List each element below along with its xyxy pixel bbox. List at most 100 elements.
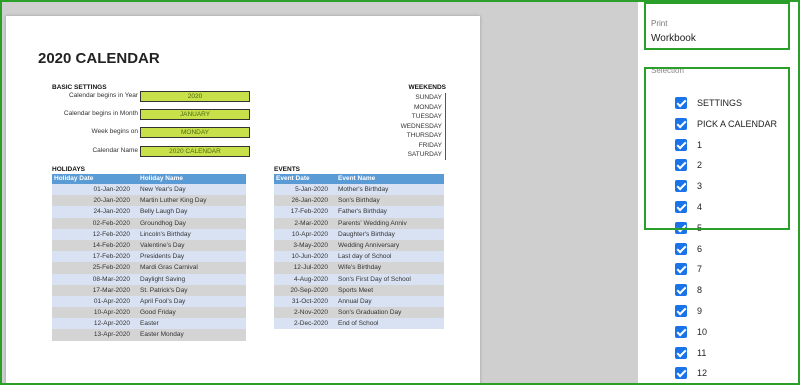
table-row: 3-May-2020 Wedding Anniversary: [274, 239, 444, 252]
date-cell: 25-Feb-2020: [92, 264, 130, 272]
setting-value: MONDAY: [140, 127, 250, 138]
date-cell: 02-Feb-2020: [92, 219, 130, 227]
checkbox-checked-icon[interactable]: [675, 263, 687, 276]
name-cell: Father's Birthday: [338, 208, 387, 216]
selection-item-label: 9: [697, 306, 703, 316]
table-row: 01-Apr-2020 April Fool's Day: [52, 295, 246, 308]
name-cell: Lincoln's Birthday: [140, 230, 191, 238]
table-row: 12-Feb-2020 Lincoln's Birthday: [52, 228, 246, 240]
column-header: Holiday Name: [140, 175, 183, 182]
date-cell: 10-Jun-2020: [291, 253, 329, 261]
preview-page: 2020 CALENDAR BASIC SETTINGS Calendar be…: [6, 16, 480, 383]
weekend-day: SUNDAY: [376, 93, 446, 103]
checkbox-checked-icon[interactable]: [675, 367, 687, 380]
name-cell: Mardi Gras Carnival: [140, 264, 198, 272]
date-cell: 13-Apr-2020: [93, 331, 130, 339]
table-row: 2-Nov-2020 Son's Graduation Day: [274, 307, 444, 319]
column-header: Event Name: [338, 175, 376, 182]
selection-item[interactable]: 11: [675, 346, 706, 360]
selection-item[interactable]: 10: [675, 325, 707, 339]
name-cell: Belly Laugh Day: [140, 208, 188, 216]
name-cell: Easter Monday: [140, 331, 184, 339]
date-cell: 2-Mar-2020: [294, 219, 328, 227]
setting-label: Week begins on: [91, 128, 139, 135]
date-cell: 20-Sep-2020: [290, 286, 328, 294]
table-row: 4-Aug-2020 Son's First Day of School: [274, 273, 444, 285]
selection-item-label: 11: [697, 347, 707, 358]
date-cell: 31-Oct-2020: [291, 297, 328, 305]
selection-item[interactable]: 12: [675, 366, 707, 380]
weekend-day: MONDAY: [376, 102, 446, 112]
weekend-day: WEDNESDAY: [376, 121, 446, 131]
table-row: 2-Dec-2020 End of School: [274, 318, 444, 330]
table-row: 08-Mar-2020 Daylight Saving: [52, 273, 246, 285]
name-cell: Groundhog Day: [140, 219, 186, 227]
events-heading: EVENTS: [274, 166, 301, 173]
name-cell: Valentine's Day: [140, 241, 185, 249]
date-cell: 10-Apr-2020: [93, 309, 130, 317]
name-cell: New Year's Day: [140, 186, 186, 193]
table-row: 5-Jan-2020 Mother's Birthday: [274, 184, 444, 196]
selection-highlight-box: [644, 67, 790, 230]
table-row: 10-Jun-2020 Last day of School: [274, 251, 444, 263]
table-row: 17-Mar-2020 St. Patrick's Day: [52, 284, 246, 296]
setting-value: JANUARY: [140, 109, 250, 120]
calendar-title: 2020 CALENDAR: [38, 50, 160, 67]
selection-item[interactable]: 9: [675, 304, 702, 318]
date-cell: 3-May-2020: [293, 241, 328, 249]
name-cell: Daughter's Birthday: [338, 230, 395, 238]
table-row: 02-Feb-2020 Groundhog Day: [52, 217, 246, 229]
table-row: 31-Oct-2020 Annual Day: [274, 295, 444, 308]
date-cell: 10-Apr-2020: [291, 230, 328, 238]
name-cell: Wife's Birthday: [338, 264, 382, 272]
date-cell: 12-Jul-2020: [293, 264, 328, 272]
checkbox-checked-icon[interactable]: [675, 346, 687, 359]
events-table: Event Date Event Name 5-Jan-2020 Mother's…: [274, 174, 444, 330]
setting-label: Calendar begins in Year: [68, 92, 138, 99]
setting-label: Calendar begins in Month: [63, 110, 138, 117]
date-cell: 4-Aug-2020: [294, 275, 328, 283]
holidays-heading: HOLIDAYS: [52, 166, 85, 173]
weekends-section: WEEKENDS SUNDAY MONDAY TUESDAY WEDNESDAY…: [376, 84, 446, 160]
selection-item[interactable]: 6: [675, 242, 702, 256]
name-cell: St. Patrick's Day: [140, 286, 188, 294]
weekend-day: SATURDAY: [376, 150, 446, 160]
setting-row-year: Calendar begins in Year 2020: [46, 91, 250, 103]
name-cell: Son's Birthday: [338, 197, 380, 205]
setting-row-month: Calendar begins in Month JANUARY: [46, 109, 250, 121]
checkbox-checked-icon[interactable]: [675, 305, 687, 317]
date-cell: 20-Jan-2020: [93, 197, 131, 205]
date-cell: 01-Apr-2020: [93, 297, 130, 305]
checkbox-checked-icon[interactable]: [675, 242, 687, 255]
table-row: 20-Jan-2020 Martin Luther King Day: [52, 195, 246, 207]
selection-item[interactable]: 8: [675, 283, 702, 297]
table-row: 2-Mar-2020 Parents' Wedding Anniv: [274, 217, 444, 229]
name-cell: Sports Meet: [338, 286, 374, 294]
name-cell: Son's Graduation Day: [338, 309, 402, 317]
checkbox-checked-icon[interactable]: [675, 284, 687, 297]
name-cell: Wedding Anniversary: [338, 241, 400, 249]
column-header: Holiday Date: [54, 175, 94, 182]
table-row: 10-Apr-2020 Daughter's Birthday: [274, 228, 444, 240]
name-cell: Parents' Wedding Anniv: [338, 219, 407, 227]
print-preview-area: 2020 CALENDAR BASIC SETTINGS Calendar be…: [2, 2, 638, 383]
date-cell: 17-Feb-2020: [290, 208, 328, 216]
name-cell: Martin Luther King Day: [140, 197, 207, 205]
column-header: Event Date: [276, 175, 310, 182]
name-cell: End of School: [338, 320, 379, 328]
date-cell: 12-Apr-2020: [93, 320, 130, 328]
table-row: 26-Jan-2020 Son's Birthday: [274, 195, 444, 207]
selection-item-label: 12: [697, 368, 708, 379]
checkbox-checked-icon[interactable]: [675, 325, 687, 338]
selection-item-label: 8: [697, 285, 703, 296]
table-header: Holiday Date Holiday Name: [52, 174, 246, 184]
table-row: 17-Feb-2020 Presidents Day: [52, 251, 246, 263]
print-highlight-box: [644, 2, 790, 50]
table-row: 12-Apr-2020 Easter: [52, 318, 246, 330]
selection-item-label: 6: [697, 243, 703, 254]
basic-settings-heading: BASIC SETTINGS: [52, 84, 107, 91]
date-cell: 5-Jan-2020: [295, 186, 328, 193]
date-cell: 12-Feb-2020: [92, 230, 130, 238]
date-cell: 24-Jan-2020: [93, 208, 131, 216]
selection-item[interactable]: 7: [675, 262, 702, 276]
